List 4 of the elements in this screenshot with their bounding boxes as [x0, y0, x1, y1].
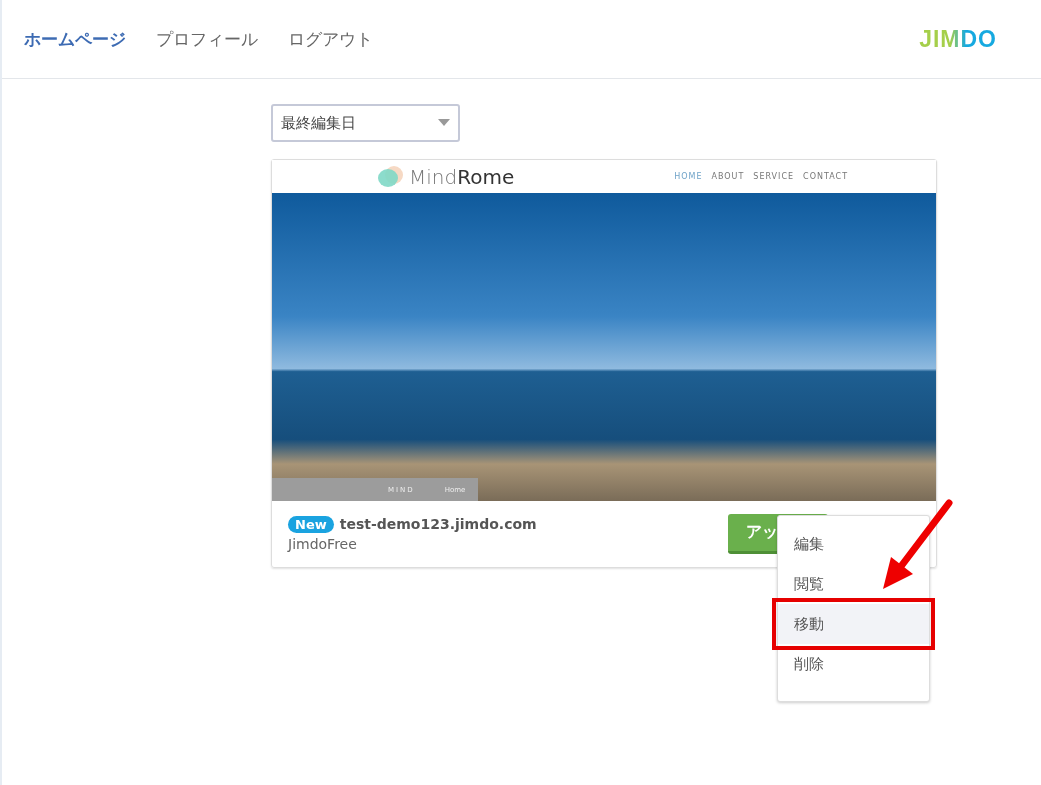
- site-url: test-demo123.jimdo.com: [339, 516, 537, 532]
- plan-label: JimdoFree: [288, 535, 357, 552]
- preview-brand: MindRome: [409, 164, 515, 189]
- new-badge: New: [288, 515, 334, 533]
